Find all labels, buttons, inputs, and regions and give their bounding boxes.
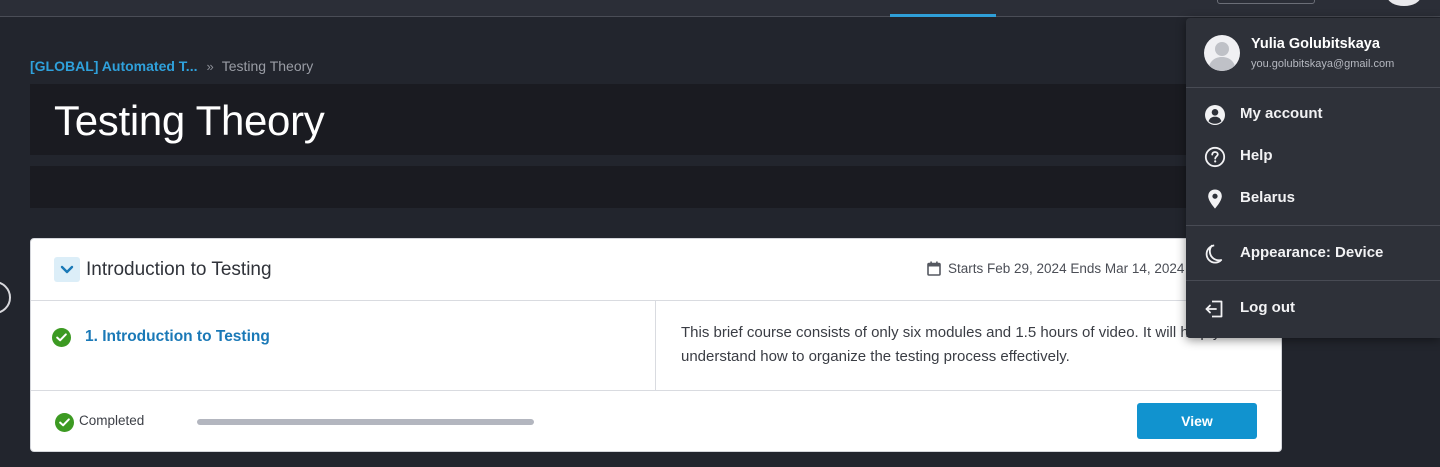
user-silhouette-icon [1208, 42, 1236, 71]
section-header: Introduction to Testing Starts Feb 29, 2… [31, 239, 1281, 301]
menu-item-my-account[interactable]: My account [1186, 94, 1440, 134]
user-avatar [1204, 35, 1240, 71]
menu-item-log-out[interactable]: Log out [1186, 288, 1440, 328]
user-name: Yulia Golubitskaya [1251, 36, 1380, 52]
help-circle-icon [1204, 146, 1226, 168]
collapse-toggle-button[interactable] [54, 257, 80, 282]
page-title-banner: Testing Theory [30, 84, 1210, 155]
completed-check-icon [52, 328, 71, 347]
menu-item-appearance[interactable]: Appearance: Device [1186, 233, 1440, 273]
breadcrumb-parent-link[interactable]: [GLOBAL] Automated T... [30, 58, 197, 74]
top-navigation-bar [0, 0, 1440, 17]
location-pin-icon [1204, 188, 1226, 210]
menu-item-label: Appearance: Device [1240, 244, 1384, 261]
active-tab-indicator [890, 14, 996, 17]
view-button[interactable]: View [1137, 403, 1257, 439]
user-menu-dropdown: Yulia Golubitskaya you.golubitskaya@gmai… [1186, 18, 1440, 338]
top-bar-button[interactable] [1217, 0, 1315, 4]
page-subheader-bar [30, 166, 1210, 208]
breadcrumb: [GLOBAL] Automated T... » Testing Theory [30, 58, 313, 74]
menu-item-label: Log out [1240, 299, 1295, 316]
menu-item-label: My account [1240, 105, 1323, 122]
lesson-row: 1. Introduction to Testing This brief co… [31, 301, 1281, 391]
menu-divider [1186, 280, 1440, 281]
status-label: Completed [79, 413, 145, 428]
menu-item-help[interactable]: Help [1186, 136, 1440, 176]
menu-item-label: Belarus [1240, 189, 1296, 206]
account-circle-icon [1204, 104, 1226, 126]
chevron-down-icon [60, 265, 74, 273]
lesson-title-cell: 1. Introduction to Testing [31, 301, 656, 391]
user-menu-header: Yulia Golubitskaya you.golubitskaya@gmai… [1186, 18, 1440, 88]
moon-icon [1204, 243, 1226, 265]
progress-bar [197, 419, 534, 425]
progress-bar-fill [197, 419, 534, 425]
page-title: Testing Theory [54, 97, 325, 144]
section-title: Introduction to Testing [86, 259, 272, 280]
menu-item-location[interactable]: Belarus [1186, 178, 1440, 218]
status-check-icon [55, 413, 74, 432]
menu-item-label: Help [1240, 147, 1273, 164]
user-avatar-button[interactable] [1387, 0, 1421, 6]
menu-divider [1186, 225, 1440, 226]
breadcrumb-separator: » [206, 58, 214, 74]
section-card: Introduction to Testing Starts Feb 29, 2… [30, 238, 1282, 452]
calendar-icon [927, 261, 941, 276]
section-dates: Starts Feb 29, 2024 Ends Mar 14, 2024 (1… [927, 261, 1208, 276]
lesson-title-link[interactable]: 1. Introduction to Testing [85, 328, 270, 346]
breadcrumb-current: Testing Theory [221, 58, 314, 74]
side-scroll-button[interactable] [0, 281, 11, 314]
section-dates-text: Starts Feb 29, 2024 Ends Mar 14, 2024 (1… [948, 261, 1208, 276]
user-email: you.golubitskaya@gmail.com [1251, 58, 1395, 70]
logout-icon [1204, 298, 1226, 320]
section-footer: Completed View [31, 391, 1281, 451]
